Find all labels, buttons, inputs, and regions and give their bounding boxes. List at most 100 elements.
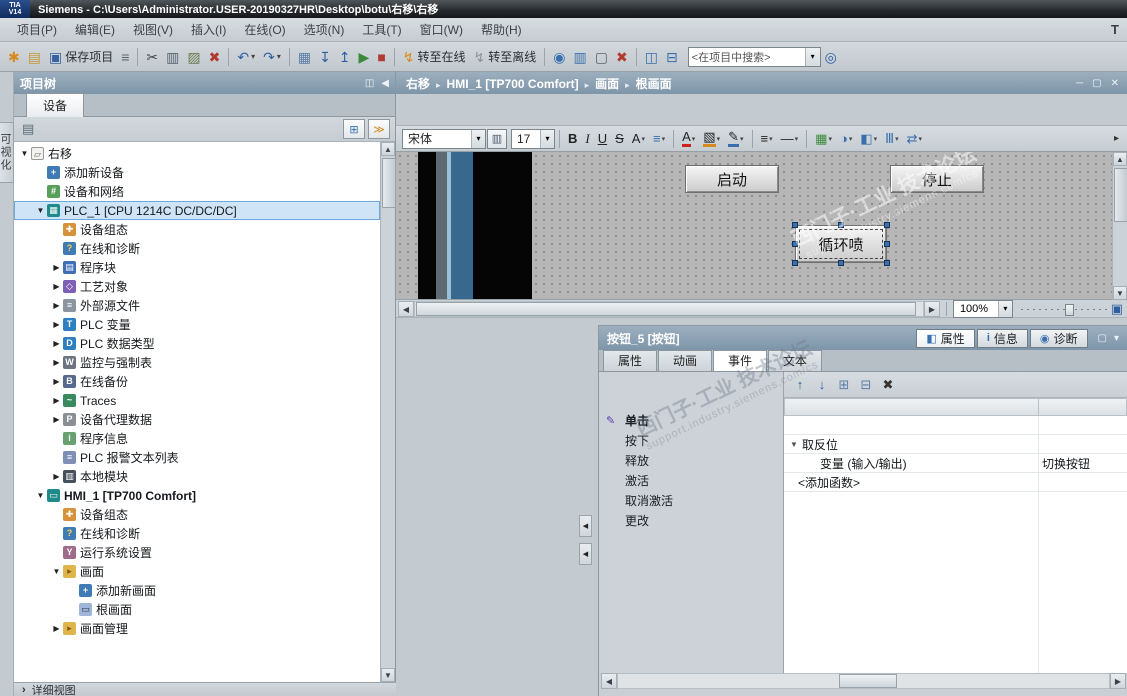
- tab-order-icon[interactable]: ⇄ ▾: [904, 128, 925, 150]
- menu-item-0[interactable]: 项目(P): [8, 20, 66, 40]
- layer-icon[interactable]: Ⅲ ▾: [882, 128, 901, 150]
- tree-item-hmi-device-configuration[interactable]: ✚ 设备组态: [14, 505, 380, 524]
- redo-icon[interactable]: ↷ ▾: [260, 46, 284, 68]
- selection-handle[interactable]: [792, 222, 798, 228]
- download-to-device-icon[interactable]: ↧: [316, 46, 334, 68]
- loop-spray-button[interactable]: 循环喷: [792, 222, 890, 266]
- tree-expander-icon[interactable]: ▶: [50, 301, 63, 310]
- underline-icon[interactable]: U: [595, 128, 610, 150]
- split-vertical-icon[interactable]: ⊟: [663, 46, 681, 68]
- tree-item-watch-and-force-tables[interactable]: ▶ W 监控与强制表: [14, 353, 380, 372]
- menu-item-1[interactable]: 编辑(E): [66, 20, 124, 40]
- tree-item-technology-objects[interactable]: ▶ ◇ 工艺对象: [14, 277, 380, 296]
- tree-item-devices-and-networks[interactable]: # 设备和网络: [14, 182, 380, 201]
- undo-icon[interactable]: ↶ ▾: [234, 46, 258, 68]
- align-icon[interactable]: ≡ ▾: [650, 128, 668, 150]
- close-window-icon[interactable]: ✕: [1111, 78, 1119, 89]
- scroll-left-button[interactable]: ◀: [398, 300, 414, 317]
- paste-icon[interactable]: ▨: [184, 46, 203, 68]
- tree-item-root-screen[interactable]: ▭ 根画面: [14, 600, 380, 619]
- subtab-texts[interactable]: 文本: [768, 350, 823, 371]
- tree-item-screen-management[interactable]: ▶ ▸ 画面管理: [14, 619, 380, 638]
- fit-to-screen-icon[interactable]: ▣: [1111, 301, 1123, 317]
- float-inspector-icon[interactable]: ▢: [1098, 333, 1107, 344]
- scroll-down-button[interactable]: ▼: [1113, 286, 1127, 300]
- collapse-panel-icon[interactable]: ◀: [381, 78, 389, 89]
- selection-handle[interactable]: [838, 222, 844, 228]
- tree-expander-icon[interactable]: ▶: [50, 396, 63, 405]
- split-horizontal-icon[interactable]: ◫: [642, 46, 661, 68]
- zoom-slider[interactable]: [1020, 301, 1111, 317]
- scroll-up-button[interactable]: ▲: [1113, 152, 1127, 166]
- font-family-select[interactable]: 宋体 ▾: [402, 128, 486, 149]
- list-view-icon[interactable]: ⊞: [343, 119, 365, 139]
- event-item-release[interactable]: 释放: [599, 450, 783, 470]
- chevron-down-icon[interactable]: ▾: [540, 129, 554, 148]
- subtab-events[interactable]: 事件: [713, 350, 768, 371]
- screen-canvas[interactable]: 西门子·工业 技术论坛 support.industry.siemens.com…: [396, 152, 1112, 300]
- zoom-slider-thumb[interactable]: [1064, 303, 1074, 316]
- function-row[interactable]: ▼ 取反位: [784, 435, 1127, 454]
- scroll-up-button[interactable]: ▲: [381, 142, 395, 156]
- accessible-devices-icon[interactable]: ▥: [571, 46, 590, 68]
- stop-cpu-icon[interactable]: ■: [374, 46, 388, 68]
- param-value[interactable]: 切换按钮: [1042, 455, 1090, 472]
- tree-item-hmi-1[interactable]: ▼ ▭ HMI_1 [TP700 Comfort]: [14, 486, 380, 505]
- breadcrumb-item-2[interactable]: 画面: [593, 77, 621, 91]
- new-project-icon[interactable]: ✱: [5, 46, 23, 68]
- restore-window-icon[interactable]: ▢: [1092, 78, 1101, 89]
- tree-item-plc-alarm-text-lists[interactable]: ≡ PLC 报警文本列表: [14, 448, 380, 467]
- receive-alarms-icon[interactable]: ▢: [592, 46, 611, 68]
- scrollbar-thumb[interactable]: [838, 674, 897, 688]
- tree-expander-icon[interactable]: ▶: [50, 339, 63, 348]
- compile-icon[interactable]: ▦: [295, 46, 314, 68]
- minimize-window-icon[interactable]: ─: [1076, 78, 1083, 89]
- tree-expander-icon[interactable]: ▼: [34, 206, 47, 215]
- start-cpu-icon[interactable]: ▶: [356, 46, 373, 68]
- border-color-icon[interactable]: ✎ ▾: [725, 128, 746, 150]
- selection-handle[interactable]: [792, 260, 798, 266]
- search-icon[interactable]: ◎: [822, 46, 840, 68]
- subtab-animations[interactable]: 动画: [658, 350, 713, 371]
- breadcrumb-item-3[interactable]: 根画面: [634, 77, 674, 91]
- chevron-down-icon[interactable]: ▾: [471, 129, 485, 148]
- menu-item-4[interactable]: 在线(O): [235, 20, 294, 40]
- dock-panel-icon[interactable]: ◫: [365, 78, 374, 89]
- project-tree-scrollbar[interactable]: ▲ ▼: [380, 142, 396, 682]
- breadcrumb-item-1[interactable]: HMI_1 [TP700 Comfort]: [445, 77, 581, 91]
- online-diagnostics-icon[interactable]: ◉: [550, 46, 568, 68]
- function-param-row[interactable]: 变量 (输入/输出) 切换按钮: [784, 454, 1127, 473]
- horizontal-scrollbar-track[interactable]: [617, 673, 1110, 689]
- background-color-icon[interactable]: ▧ ▾: [700, 128, 723, 150]
- breadcrumb-item-0[interactable]: 右移: [404, 77, 432, 91]
- tree-expander-icon[interactable]: ▶: [50, 320, 63, 329]
- tree-item-traces[interactable]: ▶ ~ Traces: [14, 391, 380, 410]
- tree-item-plc-data-types[interactable]: ▶ D PLC 数据类型: [14, 334, 380, 353]
- tree-item-runtime-settings[interactable]: Y 运行系统设置: [14, 543, 380, 562]
- flip-icon[interactable]: ◧ ▾: [857, 128, 880, 150]
- tree-item-plc-1[interactable]: ▼ ▦ PLC_1 [CPU 1214C DC/DC/DC]: [14, 201, 380, 220]
- collapse-table-icon[interactable]: ⊟: [856, 375, 876, 395]
- tree-item-program-info[interactable]: i 程序信息: [14, 429, 380, 448]
- save-project-button[interactable]: ▣ 保存项目: [46, 46, 116, 68]
- menu-item-6[interactable]: 工具(T): [353, 20, 410, 40]
- detail-view-bar[interactable]: › 详细视图: [14, 682, 396, 696]
- font-size-select[interactable]: 17 ▾: [511, 128, 555, 149]
- more-tools-icon[interactable]: ▸: [1114, 133, 1121, 144]
- tree-item-add-new-device[interactable]: + 添加新设备: [14, 163, 380, 182]
- scrollbar-thumb[interactable]: [382, 158, 396, 208]
- menu-item-8[interactable]: 帮助(H): [472, 20, 531, 40]
- upload-from-device-icon[interactable]: ↥: [336, 46, 354, 68]
- tree-item-add-new-screen[interactable]: + 添加新画面: [14, 581, 380, 600]
- cut-icon[interactable]: ✂: [143, 46, 161, 68]
- devices-tab[interactable]: 设备: [26, 93, 85, 117]
- italic-icon[interactable]: I: [582, 128, 592, 150]
- bold-icon[interactable]: B: [565, 128, 580, 150]
- canvas-vertical-scrollbar[interactable]: ▲ ▼: [1112, 152, 1127, 300]
- tab-properties[interactable]: ◧ 属性: [916, 328, 975, 348]
- splitter-collapse-button[interactable]: ◀: [579, 515, 592, 537]
- tree-item-plc-tags[interactable]: ▶ T PLC 变量: [14, 315, 380, 334]
- tab-diagnostics[interactable]: ◉ 诊断: [1029, 328, 1088, 348]
- expand-function-icon[interactable]: ▼: [788, 440, 800, 449]
- selection-handle[interactable]: [838, 260, 844, 266]
